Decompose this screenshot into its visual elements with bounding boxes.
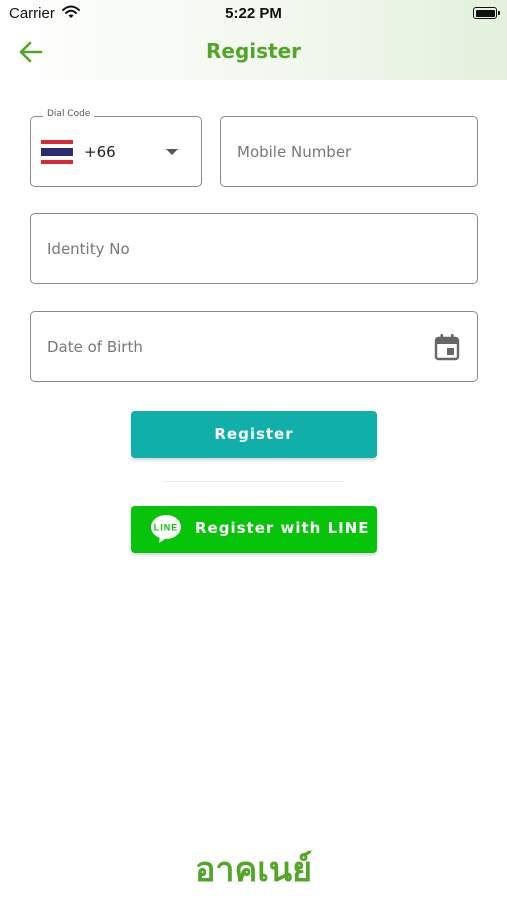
register-button[interactable]: Register	[131, 411, 377, 458]
identity-no-field[interactable]: Identity No	[30, 213, 478, 284]
dial-code-legend: Dial Code	[43, 109, 95, 119]
mobile-number-field[interactable]: Mobile Number	[220, 116, 478, 187]
svg-text:LINE: LINE	[154, 523, 179, 533]
thailand-flag-icon	[41, 140, 73, 164]
date-of-birth-field[interactable]: Date of Birth	[30, 311, 478, 382]
battery-icon	[473, 7, 500, 19]
identity-no-placeholder: Identity No	[47, 240, 130, 258]
divider	[163, 481, 345, 482]
calendar-icon[interactable]	[434, 333, 460, 361]
chevron-down-icon	[166, 149, 178, 155]
dial-code-value: +66	[84, 143, 116, 161]
status-time: 5:22 PM	[225, 5, 282, 22]
status-bar: Carrier 5:22 PM	[0, 0, 507, 28]
page-title: Register	[205, 39, 302, 63]
brand-logo: อาคเนย์	[194, 850, 313, 890]
dial-code-select[interactable]: Dial Code +66	[30, 109, 202, 187]
line-logo-icon: LINE	[151, 515, 181, 543]
mobile-number-placeholder: Mobile Number	[237, 143, 352, 161]
register-with-line-label: Register with LINE	[195, 519, 370, 537]
register-with-line-button[interactable]: LINE Register with LINE	[131, 506, 377, 553]
date-of-birth-placeholder: Date of Birth	[47, 338, 143, 356]
